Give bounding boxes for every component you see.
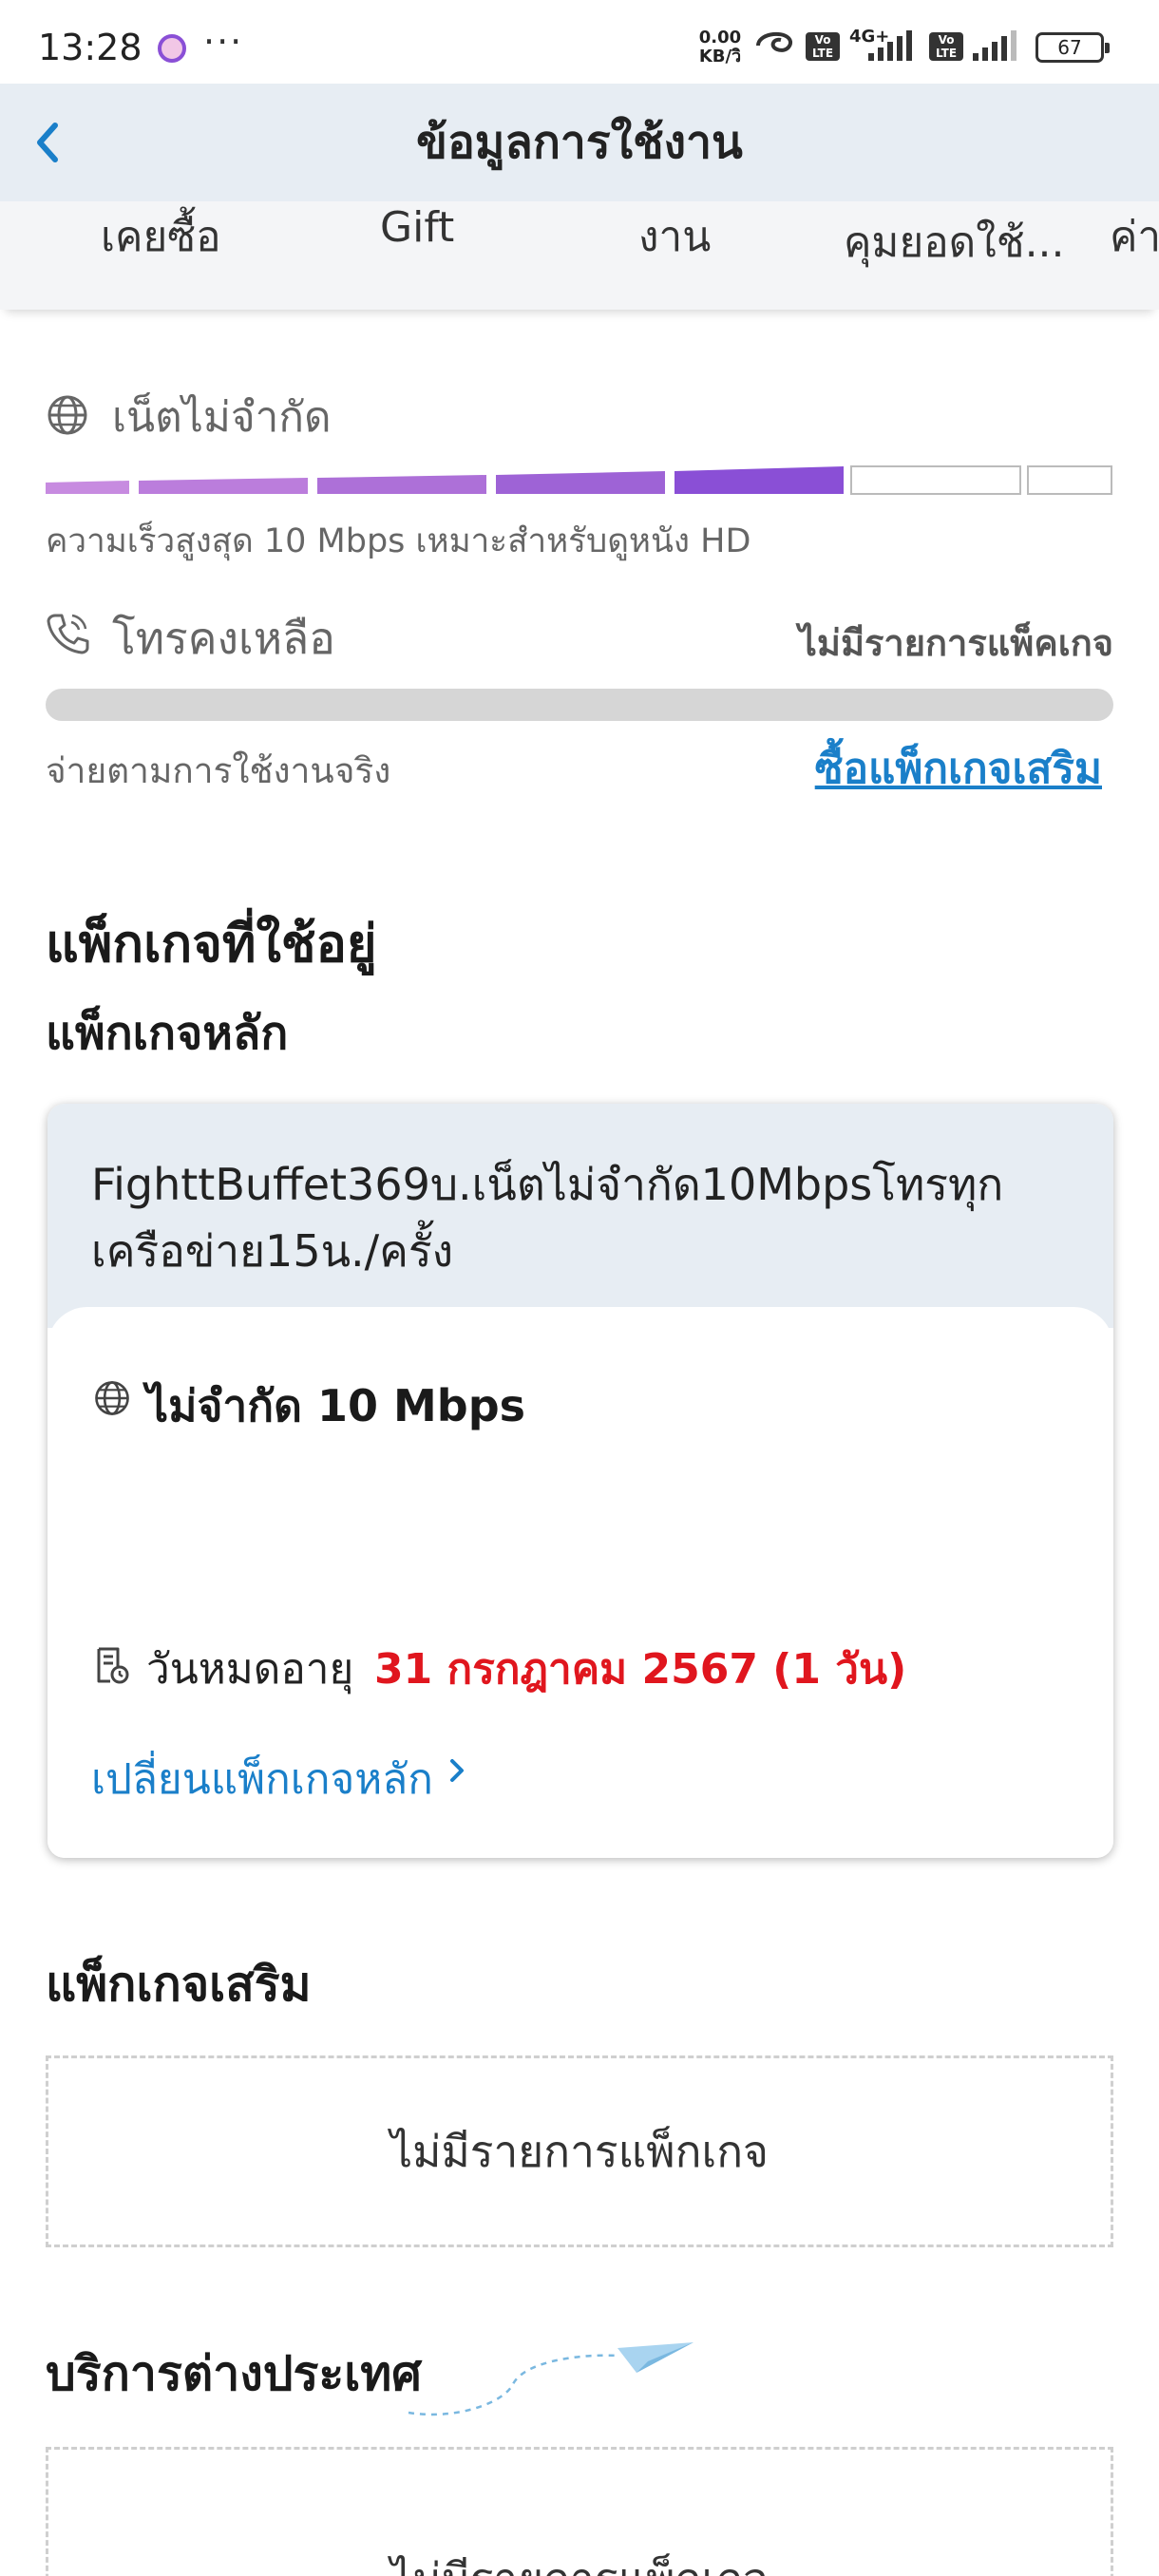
addon-empty-box: ไม่มีรายการแพ็กเกจ (46, 2055, 1113, 2247)
usage-segment-7 (1027, 465, 1112, 495)
paper-plane-icon (408, 2342, 694, 2416)
calls-remaining-label: โทรคงเหลือ (112, 613, 335, 664)
globe-icon (48, 395, 87, 435)
change-main-package-link[interactable]: เปลี่ยนแพ็กเกจหลัก (91, 1746, 433, 1812)
app-notification-icon (158, 34, 186, 63)
tab-charges[interactable]: ค่าบ (1110, 203, 1159, 270)
tab-gift[interactable]: Gift (380, 203, 454, 252)
tab-work[interactable]: งาน (638, 203, 711, 270)
addon-packages-heading: แพ็กเกจเสริม (46, 1957, 312, 2012)
usage-segment-4 (496, 471, 665, 494)
usage-segments (46, 465, 1112, 495)
calls-status: ไม่มีรายการแพ็คเกจ (798, 622, 1113, 664)
page-title: ข้อมูลการใช้งาน (416, 116, 743, 169)
international-empty-box: ไม่มีรายการแพ็กเกจ (46, 2447, 1113, 2576)
volte-icon: Vo LTE (806, 32, 840, 61)
usage-segment-5 (674, 466, 844, 494)
usage-segment-2 (139, 478, 308, 494)
chevron-right-icon[interactable] (443, 1752, 471, 1790)
usage-segment-1 (46, 481, 129, 494)
signal-strength-icon-2 (973, 30, 1016, 61)
usage-segment-3 (317, 475, 486, 494)
expiry-date: 31 กรกฎาคม 2567 (1 วัน) (374, 1645, 907, 1694)
calls-usage-bar (46, 689, 1113, 721)
back-arrow-icon[interactable] (17, 110, 82, 175)
more-notifications-icon: ··· (203, 21, 244, 63)
main-package-heading: แพ็กเกจหลัก (46, 1007, 289, 1060)
expiry-label: วันหมดอายุ (146, 1645, 354, 1694)
main-package-card: FighttBuffet369บ.เน็ตไม่จำกัด10Mbpsโทรทุ… (48, 1104, 1113, 1858)
hotspot-link-icon (756, 31, 793, 52)
international-empty-text: ไม่มีรายการแพ็กเกจ (48, 2474, 1111, 2576)
buy-addon-link[interactable]: ซื้อแพ็กเกจเสริม (815, 735, 1102, 802)
phone-icon (47, 614, 89, 654)
internet-description: ความเร็วสูงสุด 10 Mbps เหมาะสำหรับดูหนัง… (46, 522, 751, 560)
main-package-card-header: FighttBuffet369บ.เน็ตไม่จำกัด10Mbpsโทรทุ… (48, 1104, 1113, 1328)
app-header: ข้อมูลการใช้งาน (0, 84, 1159, 201)
globe-icon (95, 1381, 129, 1415)
status-bar: 13:28 ··· 0.00 KB/วิ Vo LTE 4G+ Vo LTE 67 (0, 0, 1159, 84)
volte-icon-2: Vo LTE (929, 32, 963, 61)
tab-spending-control[interactable]: คุมยอดใช้... (844, 209, 1065, 275)
status-time: 13:28 (38, 27, 142, 68)
international-services-heading: บริการต่างประเทศ (46, 2346, 422, 2401)
main-package-name: FighttBuffet369บ.เน็ตไม่จำกัด10Mbpsโทรทุ… (91, 1159, 1004, 1277)
usage-segment-6 (850, 465, 1021, 495)
current-packages-heading: แพ็กเกจที่ใช้อยู่ (46, 914, 377, 974)
category-tabs: เคยซื้อ Gift งาน คุมยอดใช้... ค่าบ (0, 201, 1159, 310)
tab-purchased[interactable]: เคยซื้อ (101, 203, 221, 270)
battery-icon: 67 (1036, 32, 1110, 63)
internet-label: เน็ตไม่จำกัด (112, 393, 332, 442)
package-speed: ไม่จำกัด 10 Mbps (146, 1380, 526, 1431)
calendar-document-icon (97, 1647, 129, 1684)
network-speed: 0.00 KB/วิ (698, 28, 742, 66)
addon-empty-text: ไม่มีรายการแพ็กเกจ (390, 2126, 769, 2177)
signal-strength-icon (868, 30, 912, 61)
pay-as-you-go-text: จ่ายตามการใช้งานจริง (46, 750, 391, 791)
